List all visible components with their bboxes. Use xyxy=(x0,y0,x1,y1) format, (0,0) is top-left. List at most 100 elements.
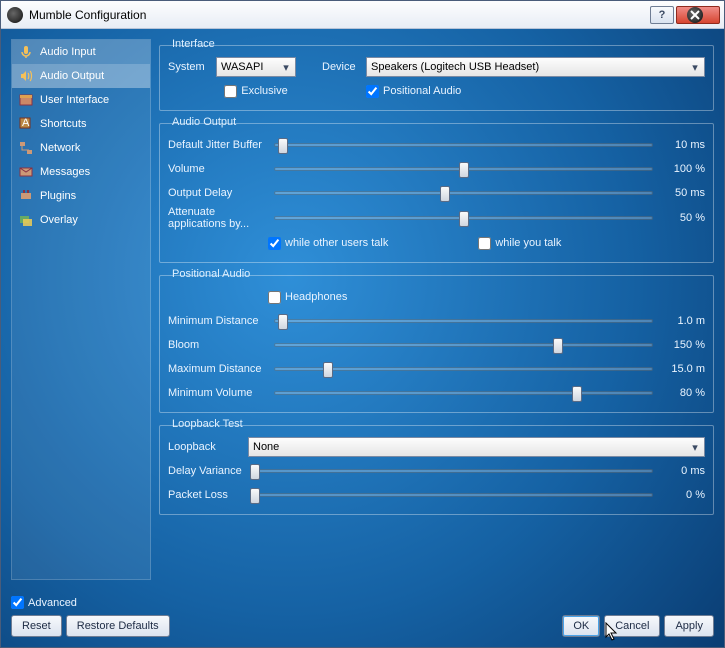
output-delay-value: 50 ms xyxy=(659,187,705,199)
attenuate-slider[interactable] xyxy=(274,209,653,227)
restore-defaults-button[interactable]: Restore Defaults xyxy=(66,615,170,637)
reset-button[interactable]: Reset xyxy=(11,615,62,637)
while-other-box[interactable] xyxy=(268,237,281,250)
chevron-down-icon: ▾ xyxy=(688,441,702,454)
attenuate-value: 50 % xyxy=(659,212,705,224)
plugin-icon xyxy=(18,188,34,204)
sidebar-item-label: Audio Input xyxy=(40,46,96,58)
while-you-checkbox[interactable]: while you talk xyxy=(478,237,561,250)
min-volume-label: Minimum Volume xyxy=(168,387,268,399)
device-label: Device xyxy=(322,61,366,73)
footer: Advanced Reset Restore Defaults OK Cance… xyxy=(1,590,724,647)
group-title: Audio Output xyxy=(168,116,240,128)
client-area: Audio Input Audio Output User Interface … xyxy=(1,29,724,647)
volume-value: 100 % xyxy=(659,163,705,175)
attenuate-label: Attenuate applications by... xyxy=(168,206,268,230)
sidebar-item-overlay[interactable]: Overlay xyxy=(12,208,150,232)
positional-checkbox[interactable]: Positional Audio xyxy=(366,85,461,98)
jitter-value: 10 ms xyxy=(659,139,705,151)
keyboard-icon: A xyxy=(18,116,34,132)
exclusive-label: Exclusive xyxy=(241,85,287,97)
sidebar-item-network[interactable]: Network xyxy=(12,136,150,160)
min-volume-slider[interactable] xyxy=(274,384,653,402)
sidebar-item-plugins[interactable]: Plugins xyxy=(12,184,150,208)
speaker-icon xyxy=(18,68,34,84)
max-distance-slider[interactable] xyxy=(274,360,653,378)
sidebar-item-label: User Interface xyxy=(40,94,109,106)
delay-variance-slider[interactable] xyxy=(254,462,653,480)
sidebar-item-label: Overlay xyxy=(40,214,78,226)
min-distance-value: 1.0 m xyxy=(659,315,705,327)
system-select[interactable]: WASAPI ▾ xyxy=(216,57,296,77)
device-select[interactable]: Speakers (Logitech USB Headset) ▾ xyxy=(366,57,705,77)
apply-button[interactable]: Apply xyxy=(664,615,714,637)
jitter-label: Default Jitter Buffer xyxy=(168,139,268,151)
sidebar-item-audio-input[interactable]: Audio Input xyxy=(12,40,150,64)
headphones-box[interactable] xyxy=(268,291,281,304)
max-distance-value: 15.0 m xyxy=(659,363,705,375)
sidebar-item-label: Plugins xyxy=(40,190,76,202)
sidebar-item-audio-output[interactable]: Audio Output xyxy=(12,64,150,88)
positional-label: Positional Audio xyxy=(383,85,461,97)
jitter-slider[interactable] xyxy=(274,136,653,154)
max-distance-label: Maximum Distance xyxy=(168,363,268,375)
group-interface: Interface System WASAPI ▾ Device Speaker… xyxy=(159,45,714,111)
sidebar-item-label: Audio Output xyxy=(40,70,104,82)
sidebar-item-shortcuts[interactable]: A Shortcuts xyxy=(12,112,150,136)
loopback-label: Loopback xyxy=(168,441,248,453)
messages-icon xyxy=(18,164,34,180)
advanced-box[interactable] xyxy=(11,596,24,609)
volume-label: Volume xyxy=(168,163,268,175)
sidebar: Audio Input Audio Output User Interface … xyxy=(11,39,151,580)
mic-icon xyxy=(18,44,34,60)
delay-variance-label: Delay Variance xyxy=(168,465,248,477)
system-label: System xyxy=(168,61,216,73)
cancel-button[interactable]: Cancel xyxy=(604,615,660,637)
output-delay-label: Output Delay xyxy=(168,187,268,199)
output-delay-slider[interactable] xyxy=(274,184,653,202)
while-you-box[interactable] xyxy=(478,237,491,250)
sidebar-item-messages[interactable]: Messages xyxy=(12,160,150,184)
close-button[interactable] xyxy=(676,6,720,24)
min-distance-slider[interactable] xyxy=(274,312,653,330)
chevron-down-icon: ▾ xyxy=(688,61,702,74)
group-audio-output: Audio Output Default Jitter Buffer 10 ms… xyxy=(159,123,714,263)
network-icon xyxy=(18,140,34,156)
sidebar-item-label: Network xyxy=(40,142,80,154)
advanced-checkbox[interactable]: Advanced xyxy=(11,596,77,609)
headphones-label: Headphones xyxy=(285,291,347,303)
sidebar-item-user-interface[interactable]: User Interface xyxy=(12,88,150,112)
group-positional: Positional Audio Headphones Minimum Dist… xyxy=(159,275,714,413)
delay-variance-value: 0 ms xyxy=(659,465,705,477)
sidebar-item-label: Shortcuts xyxy=(40,118,86,130)
packet-loss-slider[interactable] xyxy=(254,486,653,504)
titlebar: Mumble Configuration ? xyxy=(1,1,724,29)
bloom-label: Bloom xyxy=(168,339,268,351)
exclusive-box[interactable] xyxy=(224,85,237,98)
window-title: Mumble Configuration xyxy=(29,8,648,22)
loopback-value: None xyxy=(253,441,279,453)
app-icon xyxy=(7,7,23,23)
headphones-checkbox[interactable]: Headphones xyxy=(268,291,347,304)
positional-box[interactable] xyxy=(366,85,379,98)
ok-button[interactable]: OK xyxy=(562,615,600,637)
chevron-down-icon: ▾ xyxy=(279,61,293,74)
exclusive-checkbox[interactable]: Exclusive xyxy=(224,85,287,98)
group-title: Interface xyxy=(168,39,219,50)
svg-text:A: A xyxy=(22,117,30,129)
group-title: Positional Audio xyxy=(168,268,254,280)
bloom-value: 150 % xyxy=(659,339,705,351)
min-volume-value: 80 % xyxy=(659,387,705,399)
help-button[interactable]: ? xyxy=(650,6,674,24)
close-icon xyxy=(687,7,703,23)
volume-slider[interactable] xyxy=(274,160,653,178)
config-window: Mumble Configuration ? Audio Input Audio… xyxy=(0,0,725,648)
group-title: Loopback Test xyxy=(168,418,247,430)
while-other-checkbox[interactable]: while other users talk xyxy=(268,237,388,250)
packet-loss-label: Packet Loss xyxy=(168,489,248,501)
loopback-select[interactable]: None ▾ xyxy=(248,437,705,457)
while-you-label: while you talk xyxy=(495,237,561,249)
group-loopback: Loopback Test Loopback None ▾ Delay Vari… xyxy=(159,425,714,515)
min-distance-label: Minimum Distance xyxy=(168,315,268,327)
bloom-slider[interactable] xyxy=(274,336,653,354)
